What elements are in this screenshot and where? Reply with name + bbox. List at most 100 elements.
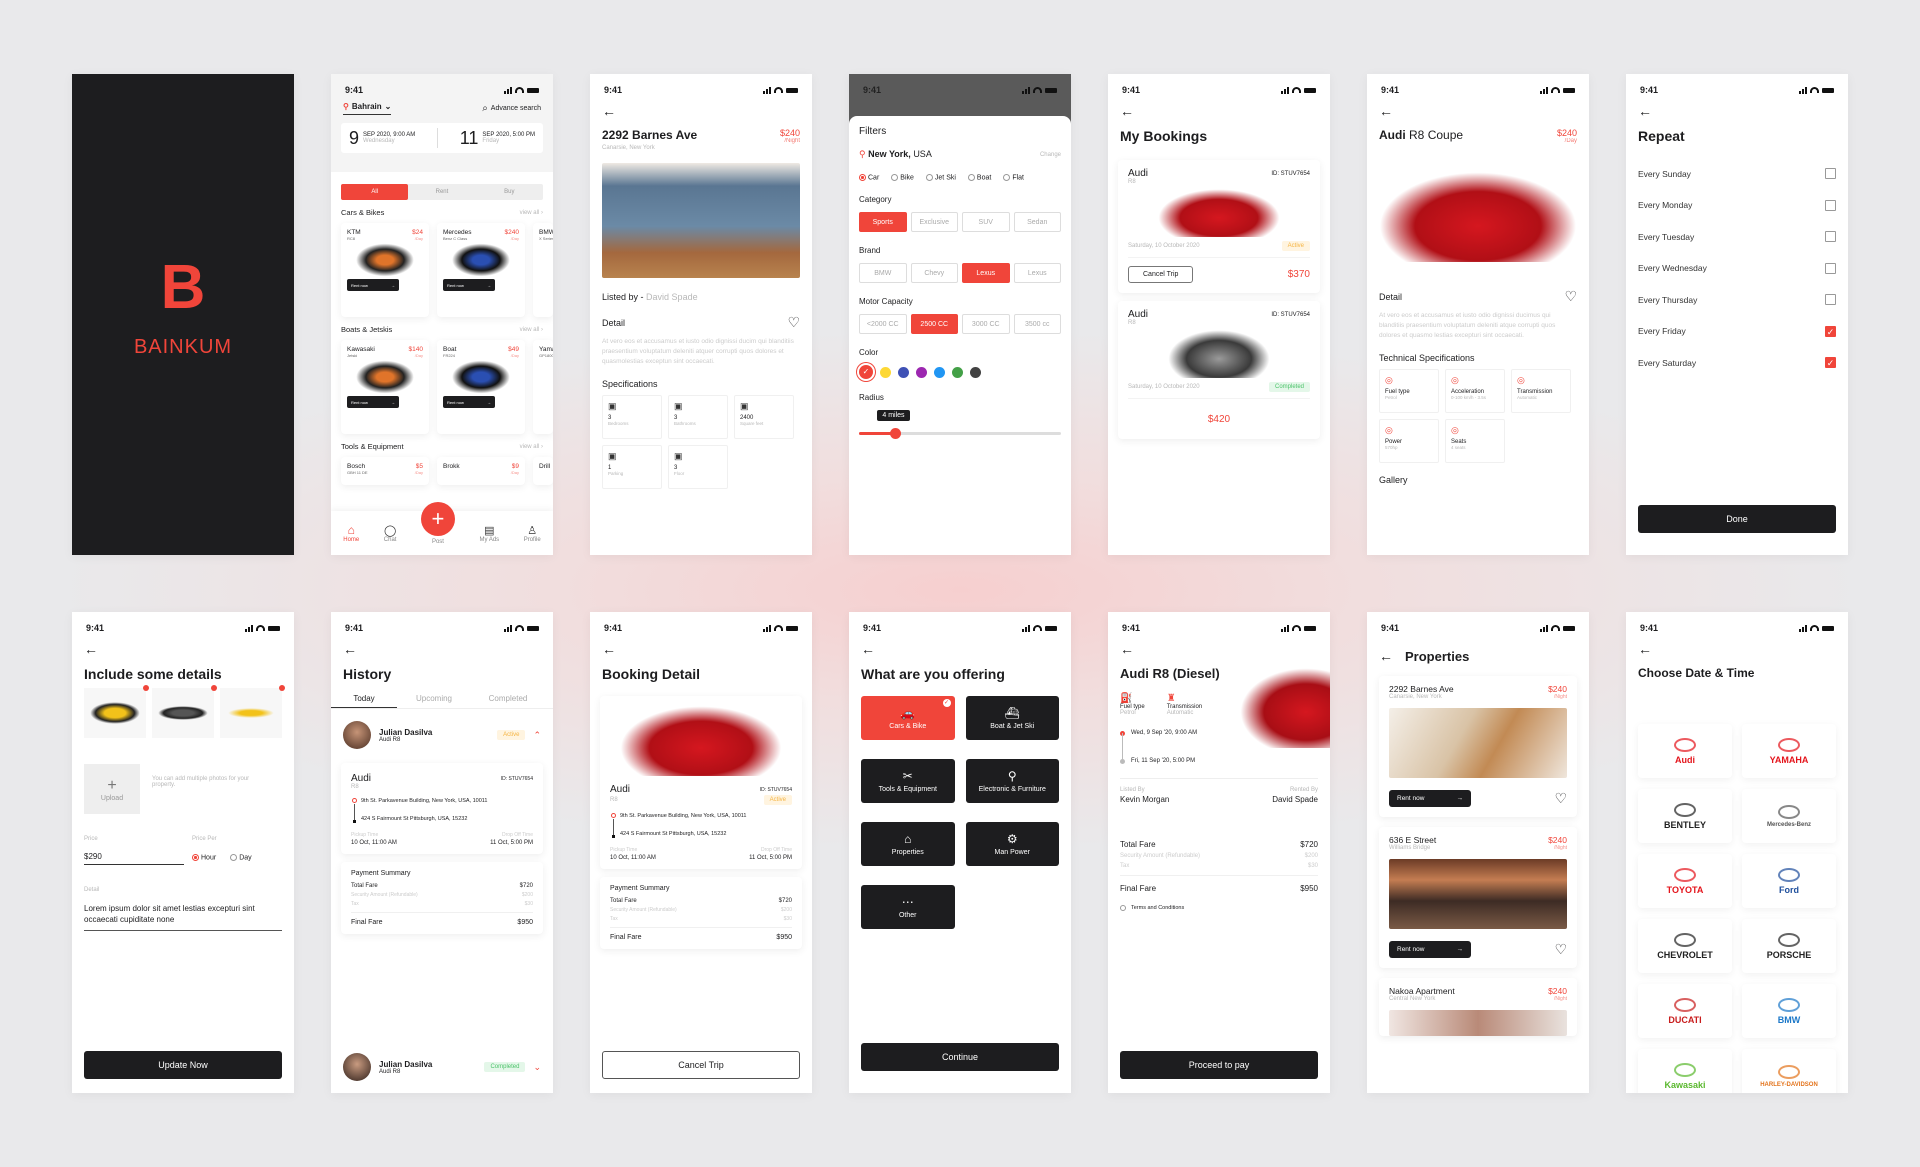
- back-arrow-icon[interactable]: ←: [590, 96, 812, 124]
- segment-buy[interactable]: Buy: [476, 184, 543, 200]
- price-input[interactable]: $290: [84, 852, 184, 865]
- checkbox[interactable]: ✓: [1825, 357, 1836, 369]
- brand-card[interactable]: CHEVROLET: [1638, 919, 1732, 973]
- location-selector[interactable]: ⚲ Bahrain ⌄: [343, 102, 392, 115]
- property-card[interactable]: Nakoa Apartment Central New York $240/Nigh…: [1379, 978, 1577, 1036]
- chevron-down-icon[interactable]: ⌄: [533, 1062, 541, 1073]
- listing-card[interactable]: Drill: [533, 457, 553, 485]
- motor-option[interactable]: 2500 CC: [910, 314, 958, 335]
- update-now-button[interactable]: Update Now: [84, 1051, 282, 1079]
- booking-card[interactable]: Audi ID: STUV7654 R8 Saturday, 10 October…: [1118, 160, 1320, 293]
- checkbox[interactable]: [1825, 168, 1836, 180]
- photo-thumb[interactable]: [152, 685, 217, 738]
- listing-card[interactable]: Bosch GBH 11 DE $5/Day: [341, 457, 429, 485]
- segment-all[interactable]: All: [341, 184, 409, 200]
- back-arrow-icon[interactable]: ←: [1108, 96, 1330, 124]
- radius-slider-handle[interactable]: [890, 428, 902, 440]
- repeat-day-row[interactable]: Every Monday: [1638, 190, 1836, 222]
- color-swatch[interactable]: [880, 366, 891, 378]
- brand-card[interactable]: Audi: [1638, 724, 1732, 778]
- checkbox[interactable]: [1825, 262, 1836, 274]
- category-option[interactable]: Sports: [859, 212, 907, 233]
- brand-card[interactable]: TOYOTA: [1638, 854, 1732, 908]
- done-button[interactable]: Done: [1638, 505, 1836, 533]
- color-swatch[interactable]: [952, 366, 963, 378]
- lister-name[interactable]: David Spade: [646, 292, 698, 302]
- photo-thumb[interactable]: [84, 685, 149, 738]
- view-all-link[interactable]: view all ›: [520, 444, 543, 450]
- property-card[interactable]: 636 E Street Williams Bridge $240/Night Ren…: [1379, 827, 1577, 968]
- type-radio[interactable]: Flat: [1003, 174, 1024, 181]
- offering-tile[interactable]: ⛴ Boat & Jet Ski: [965, 696, 1059, 740]
- listing-card[interactable]: KTM RC8 $24/Day Rent now →: [341, 223, 429, 317]
- motor-option[interactable]: 3000 CC: [962, 314, 1010, 335]
- rent-now-button[interactable]: Rent now →: [347, 396, 399, 408]
- proceed-to-pay-button[interactable]: Proceed to pay: [1120, 1051, 1318, 1079]
- back-arrow-icon[interactable]: ←: [1626, 634, 1848, 662]
- terms-checkbox[interactable]: Terms and Conditions: [1120, 905, 1318, 911]
- heart-icon[interactable]: ♡: [1554, 941, 1567, 958]
- repeat-day-row[interactable]: Every Saturday ✓: [1638, 347, 1836, 379]
- checkbox[interactable]: [1825, 231, 1836, 243]
- remove-photo-icon[interactable]: [211, 685, 217, 691]
- advance-search[interactable]: ⌕ Advance search: [482, 103, 541, 114]
- rent-now-button[interactable]: Rent now →: [347, 279, 399, 291]
- brand-card[interactable]: DUCATI: [1638, 984, 1732, 1038]
- tab-upcoming[interactable]: Upcoming: [397, 694, 471, 708]
- repeat-day-row[interactable]: Every Sunday: [1638, 158, 1836, 190]
- date-to[interactable]: 11 SEP 2020, 5:00 PM Friday: [460, 128, 535, 149]
- type-radio[interactable]: Jet Ski: [925, 174, 956, 181]
- property-card[interactable]: 2292 Barnes Ave Canarsie, New York $240/Ni…: [1379, 676, 1577, 817]
- nav-post[interactable]: + Post: [420, 501, 455, 545]
- color-swatch[interactable]: [916, 366, 927, 378]
- category-option[interactable]: Exclusive: [910, 212, 958, 233]
- brand-option[interactable]: Chevy: [910, 263, 958, 284]
- nav-chat[interactable]: ◯ Chat: [384, 524, 397, 543]
- color-swatch[interactable]: [970, 366, 981, 378]
- heart-icon[interactable]: ♡: [1564, 288, 1577, 305]
- checkbox[interactable]: [1825, 199, 1836, 211]
- radio-hour[interactable]: Hour: [192, 854, 216, 861]
- segment-rent[interactable]: Rent: [408, 184, 475, 200]
- nav-profile[interactable]: ♙ Profile: [524, 524, 541, 543]
- rent-now-button[interactable]: Rent now →: [1389, 941, 1471, 958]
- detail-textarea[interactable]: Lorem ipsum dolor sit amet lestias excep…: [84, 903, 282, 931]
- rent-now-button[interactable]: Rent now →: [443, 396, 495, 408]
- brand-option[interactable]: Lexus: [1013, 263, 1061, 284]
- back-arrow-icon[interactable]: ←: [1626, 96, 1848, 124]
- offering-tile[interactable]: ⌂ Properties: [861, 822, 955, 866]
- category-option[interactable]: SUV: [962, 212, 1010, 233]
- back-arrow-icon[interactable]: ←: [590, 634, 812, 662]
- view-all-link[interactable]: view all ›: [520, 210, 543, 216]
- cancel-trip-button[interactable]: Cancel Trip: [602, 1051, 800, 1079]
- listing-card[interactable]: Brokk $9/Day: [437, 457, 525, 485]
- offering-tile[interactable]: 🚗 Cars & Bike ✓: [861, 696, 955, 740]
- view-all-link[interactable]: view all ›: [520, 327, 543, 333]
- offering-tile[interactable]: ⚙ Man Power: [965, 822, 1059, 866]
- back-arrow-icon[interactable]: ←: [331, 634, 553, 662]
- type-radio[interactable]: Boat: [967, 174, 991, 181]
- category-option[interactable]: Sedan: [1013, 212, 1061, 233]
- brand-card[interactable]: PORSCHE: [1742, 919, 1836, 973]
- listing-card[interactable]: YamahaGP1800: [533, 340, 553, 434]
- nav-home[interactable]: ⌂ Home: [343, 523, 359, 543]
- back-arrow-icon[interactable]: ←: [72, 634, 294, 662]
- motor-option[interactable]: 3500 cc: [1013, 314, 1061, 335]
- nav-my-ads[interactable]: ▤ My Ads: [480, 524, 500, 543]
- heart-icon[interactable]: ♡: [1554, 790, 1567, 807]
- chevron-up-icon[interactable]: ⌃: [533, 730, 541, 741]
- listing-card[interactable]: Kawasaki Jetski $140/Day Rent now →: [341, 340, 429, 434]
- brand-option[interactable]: Lexus: [962, 263, 1010, 284]
- date-from[interactable]: 9 SEP 2020, 9:00 AM Wednesday: [349, 128, 415, 149]
- motor-option[interactable]: <2000 CC: [859, 314, 907, 335]
- color-swatch[interactable]: [898, 366, 909, 378]
- checkbox[interactable]: ✓: [1825, 325, 1836, 337]
- back-arrow-icon[interactable]: ←: [1108, 634, 1330, 662]
- brand-card[interactable]: BMW: [1742, 984, 1836, 1038]
- rent-now-button[interactable]: Rent now →: [1389, 790, 1471, 807]
- type-radio[interactable]: Bike: [891, 174, 914, 181]
- back-arrow-icon[interactable]: ←: [849, 634, 1071, 662]
- rent-now-button[interactable]: Rent now →: [443, 279, 495, 291]
- tab-completed[interactable]: Completed: [471, 694, 545, 708]
- tab-today[interactable]: Today: [331, 694, 397, 708]
